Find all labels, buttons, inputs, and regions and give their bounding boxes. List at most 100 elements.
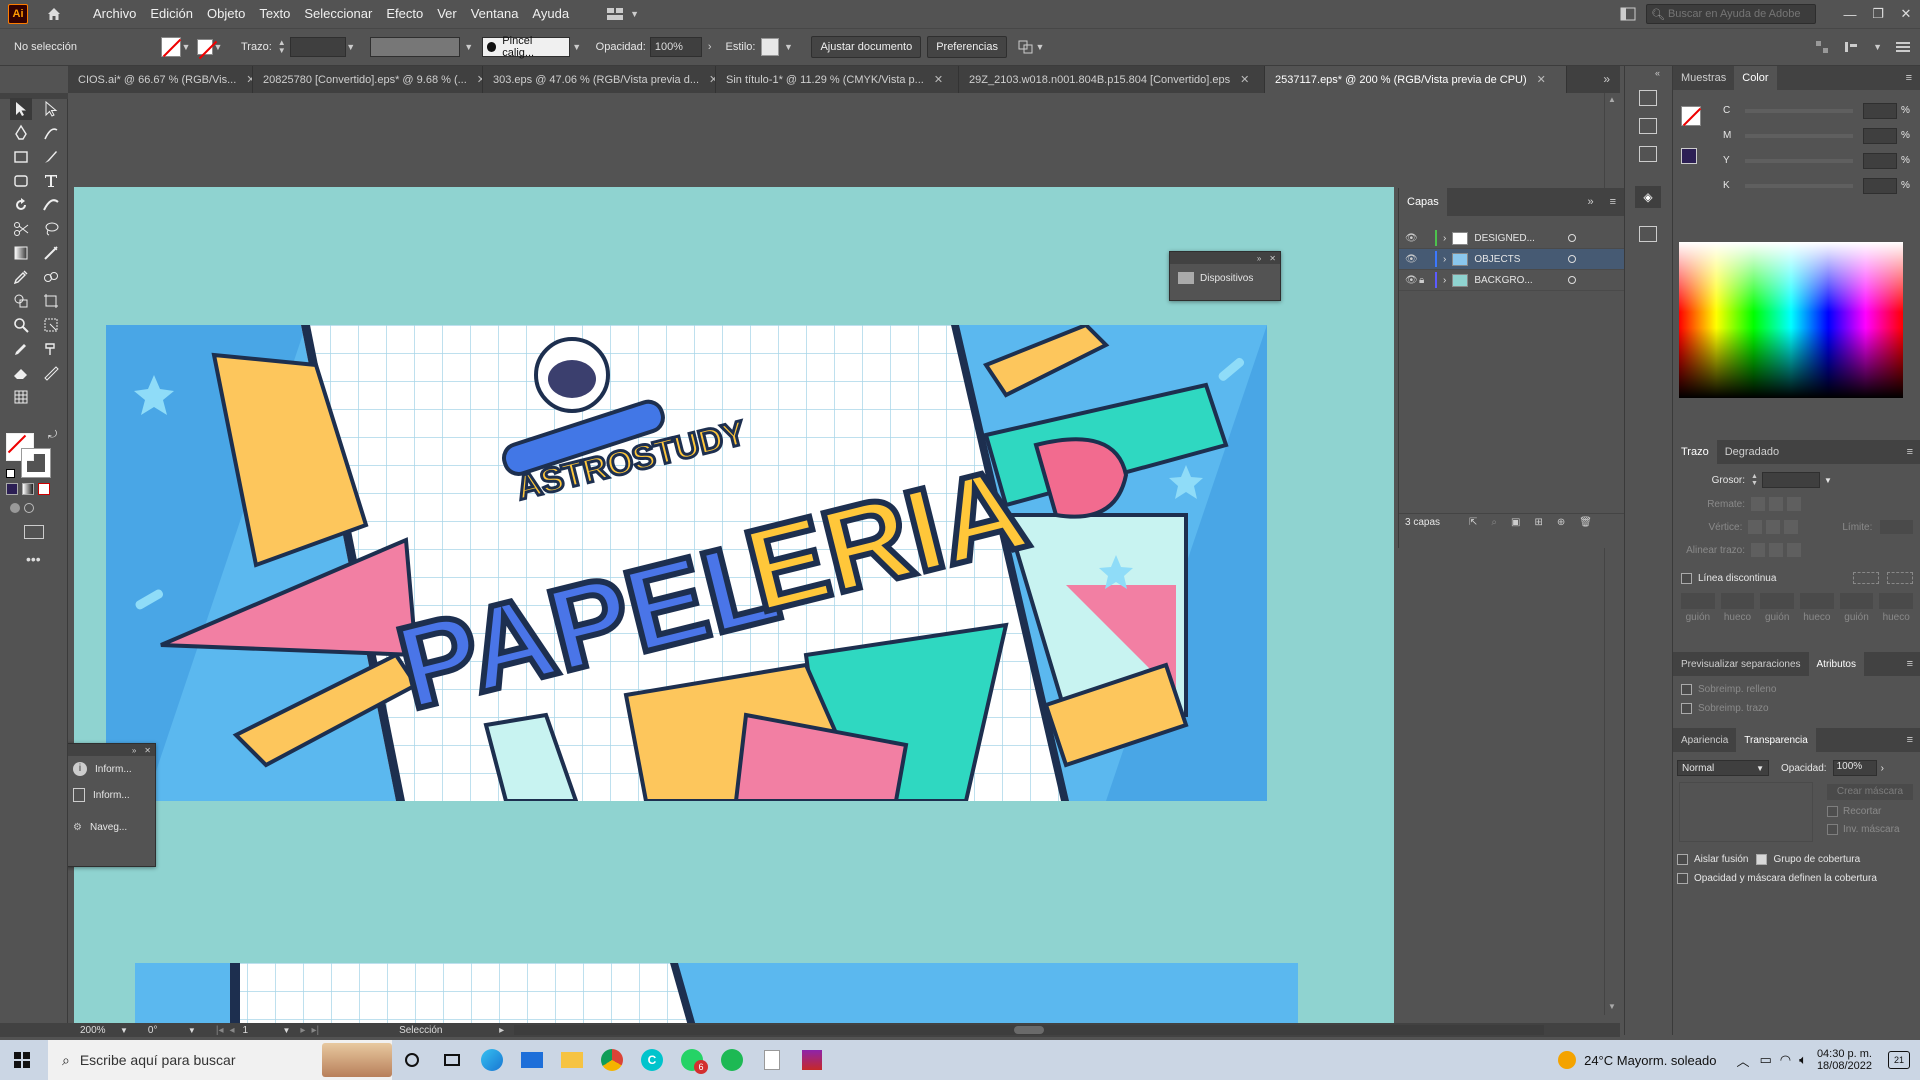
horizontal-scrollbar[interactable] [514, 1025, 1545, 1035]
menu-ventana[interactable]: Ventana [464, 0, 526, 28]
layer-name[interactable]: OBJECTS [1474, 254, 1564, 265]
weight-field[interactable] [1761, 472, 1820, 488]
edge-icon[interactable] [472, 1040, 512, 1080]
tabs-overflow-icon[interactable]: » [1593, 66, 1620, 93]
cap-buttons[interactable] [1751, 497, 1801, 511]
chevron-down-icon[interactable]: ▼ [283, 1026, 291, 1035]
close-icon[interactable]: ✕ [1269, 254, 1276, 263]
last-artboard-icon[interactable]: ▸| [311, 1025, 319, 1036]
windows-start-icon[interactable] [2, 1040, 42, 1080]
home-icon[interactable] [44, 4, 64, 24]
dash-field[interactable] [1760, 593, 1795, 609]
curvature-tool-icon[interactable] [40, 122, 62, 144]
close-icon[interactable]: ✕ [1240, 73, 1249, 86]
stepper-icon[interactable]: ▲ ▼ [1751, 473, 1758, 487]
expand-chevron-icon[interactable]: › [1443, 233, 1446, 244]
gradient-tool-icon[interactable] [10, 242, 32, 264]
tab-document-2[interactable]: 20825780 [Convertido].eps* @ 9.68 % (...… [253, 66, 483, 93]
pathfinder-icon[interactable] [1639, 146, 1657, 162]
taskbar-search[interactable]: ⌕ Escribe aquí para buscar [48, 1040, 392, 1080]
chevron-down-icon[interactable]: ▼ [1824, 476, 1832, 485]
panel-menu-icon[interactable]: ≡ [1899, 446, 1920, 458]
make-mask-button[interactable]: Crear máscara [1827, 784, 1913, 800]
artboard-tool-icon[interactable] [40, 290, 62, 312]
live-paint-tool-icon[interactable] [40, 338, 62, 360]
target-circle-icon[interactable] [1568, 276, 1577, 284]
zoom-tool-icon[interactable] [10, 314, 32, 336]
eyedropper-tool-icon[interactable] [10, 266, 32, 288]
lock-icon[interactable]: 🔒︎ [1419, 275, 1435, 286]
type-tool-icon[interactable] [40, 170, 62, 192]
arrange-icon[interactable] [1017, 39, 1035, 55]
panel-menu-icon[interactable]: ≡ [1602, 196, 1624, 208]
dash-field[interactable] [1839, 593, 1874, 609]
chevron-right-icon[interactable]: › [708, 41, 712, 53]
task-view-icon[interactable] [432, 1040, 472, 1080]
chrome-icon[interactable] [592, 1040, 632, 1080]
more-tools-icon[interactable]: ••• [26, 551, 41, 567]
fill-color-swatch[interactable] [1681, 106, 1701, 126]
pen-tool-icon[interactable] [10, 122, 32, 144]
variable-width-profile[interactable] [369, 37, 460, 57]
close-icon[interactable]: ✕ [246, 73, 252, 86]
close-icon[interactable]: ✕ [1537, 73, 1546, 86]
expand-chevron-icon[interactable]: › [1443, 275, 1446, 286]
stepper-icon[interactable]: ▲ ▼ [278, 39, 286, 55]
collapse-icon[interactable]: « [1655, 68, 1660, 78]
menu-efecto[interactable]: Efecto [379, 0, 430, 28]
collapse-icon[interactable]: » [1257, 254, 1261, 263]
maximize-icon[interactable]: ❐ [1864, 6, 1892, 22]
channel-value-field[interactable] [1863, 177, 1897, 194]
collapse-icon[interactable]: » [132, 746, 136, 755]
layer-name[interactable]: BACKGRO... [1474, 275, 1564, 286]
pencil-tool-icon[interactable] [10, 338, 32, 360]
panel-menu-icon[interactable]: ≡ [1899, 658, 1920, 670]
chevron-down-icon[interactable]: ▼ [783, 42, 793, 52]
clipping-mask-icon[interactable]: ▣ [1511, 517, 1520, 528]
draw-mode-icon[interactable] [10, 503, 36, 517]
search-icon[interactable]: ⌕ [1491, 517, 1497, 528]
eraser-tool-icon[interactable] [10, 362, 32, 384]
workspace-switcher[interactable]: ▼ [606, 7, 639, 21]
artboard-number[interactable]: 1 [243, 1025, 283, 1036]
rectangle-tool-icon[interactable] [10, 146, 32, 168]
layer-row[interactable]: 👁︎ 🔒︎ › BACKGRO... [1399, 270, 1624, 291]
fill-stroke-widget[interactable]: ⤾ [6, 429, 57, 479]
next-artboard-icon[interactable]: ▸ [300, 1025, 305, 1036]
menu-ver[interactable]: Ver [430, 0, 464, 28]
opacity-field[interactable]: 100% [649, 37, 702, 57]
menu-archivo[interactable]: Archivo [86, 0, 143, 28]
default-colors-icon[interactable] [6, 469, 15, 478]
style-swatch[interactable] [761, 38, 780, 56]
color-spectrum[interactable] [1679, 242, 1903, 398]
layer-name[interactable]: DESIGNED... [1474, 233, 1564, 244]
artboards-icon[interactable] [1639, 226, 1657, 242]
navigator-item[interactable]: ⚙ Naveg... [73, 822, 147, 833]
asset-export-icon[interactable] [1639, 118, 1657, 134]
menu-seleccionar[interactable]: Seleccionar [297, 0, 379, 28]
layer-row[interactable]: 👁︎ › OBJECTS [1399, 249, 1624, 270]
target-circle-icon[interactable] [1568, 255, 1577, 263]
opacity-mask-knockout-checkbox[interactable] [1677, 873, 1688, 884]
paintbrush-tool-icon[interactable] [40, 146, 62, 168]
devices-label[interactable]: Dispositivos [1200, 273, 1253, 284]
info-panel-item[interactable]: i Inform... [73, 762, 147, 776]
dashed-line-checkbox[interactable] [1681, 572, 1692, 584]
tab-color[interactable]: Color [1734, 66, 1777, 90]
channel-slider[interactable] [1745, 133, 1853, 138]
close-icon[interactable]: ✕ [1892, 6, 1920, 22]
clock[interactable]: 04:30 p. m. 18/08/2022 [1817, 1048, 1872, 1072]
chevron-down-icon[interactable]: ▼ [346, 42, 356, 52]
preferences-button[interactable]: Preferencias [927, 36, 1007, 58]
limit-field[interactable] [1880, 520, 1913, 534]
chevron-down-icon[interactable]: ▼ [188, 1026, 196, 1035]
none-mode-icon[interactable] [38, 483, 50, 495]
tab-appearance[interactable]: Apariencia [1673, 735, 1736, 746]
rotate-tool-icon[interactable] [10, 194, 32, 216]
brush-definition[interactable]: Pincel calig... [481, 35, 570, 59]
prev-artboard-icon[interactable]: ◂ [229, 1025, 234, 1036]
libraries-icon[interactable] [1639, 90, 1657, 106]
stroke-weight-field[interactable] [289, 37, 346, 57]
align-icon[interactable] [1843, 40, 1859, 54]
winrar-icon[interactable] [792, 1040, 832, 1080]
